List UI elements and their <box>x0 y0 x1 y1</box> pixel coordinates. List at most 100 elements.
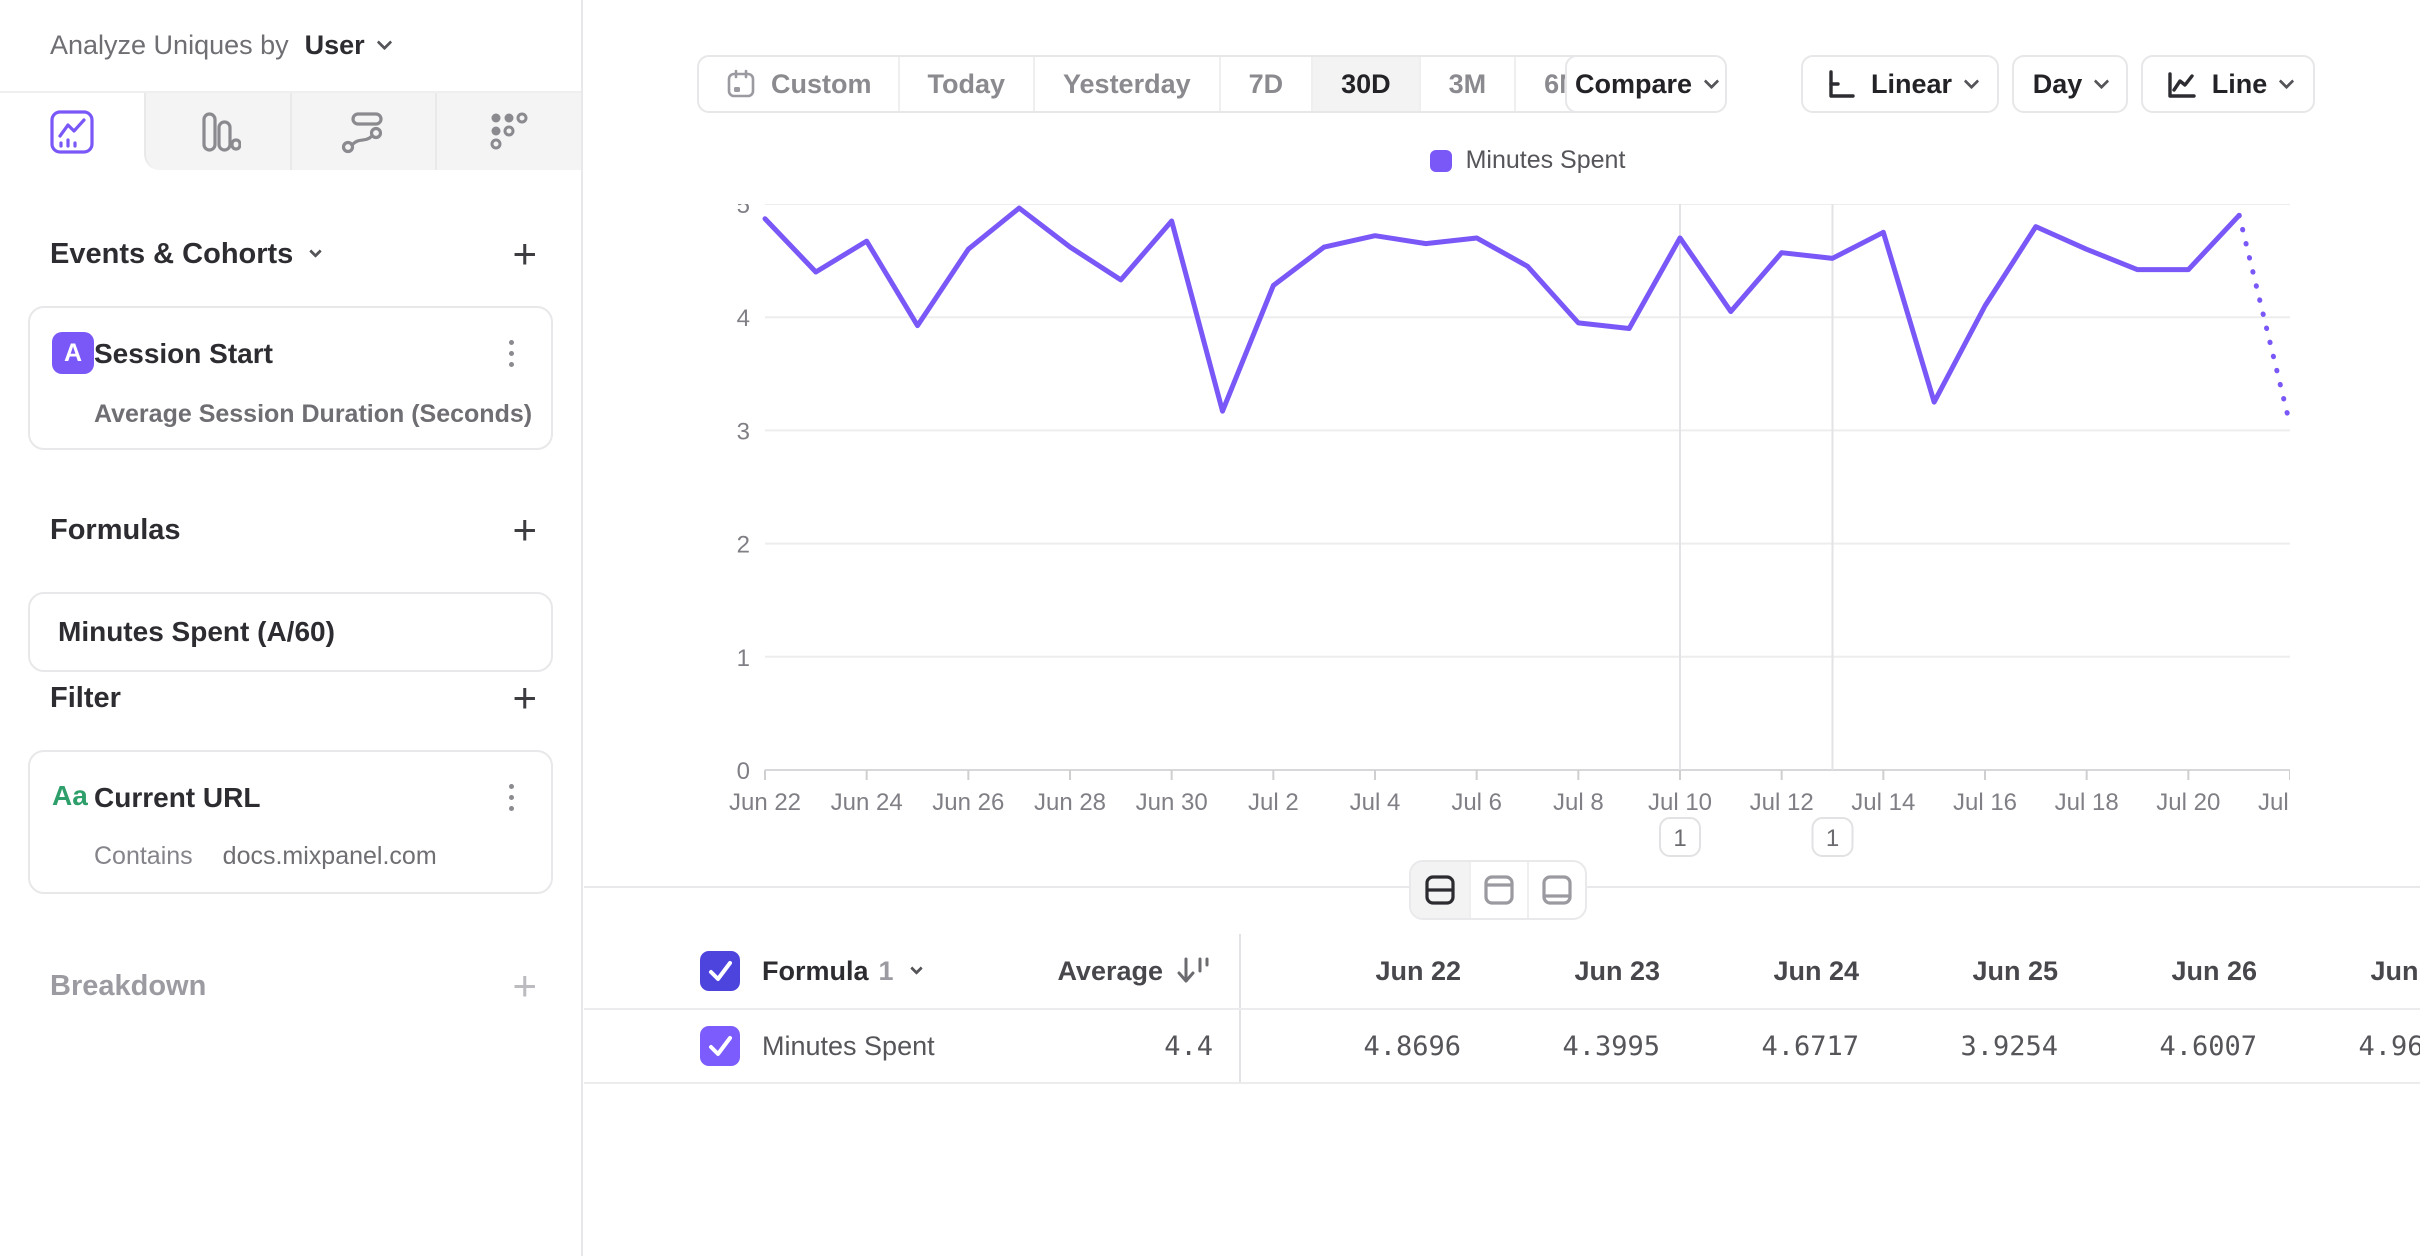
x-axis-label: Jul 4 <box>1350 789 1401 816</box>
filter-property: Current URL <box>94 782 260 814</box>
annotation-marker[interactable]: 1 <box>1813 818 1853 856</box>
check-icon <box>700 1026 740 1066</box>
group-label[interactable]: Formula <box>762 956 869 987</box>
chart-type-dropdown[interactable]: Line <box>2141 55 2315 113</box>
filter-section-header: Filter + <box>50 672 537 724</box>
chevron-down-icon <box>1704 73 1720 89</box>
x-axis-label: Jun 24 <box>831 789 903 816</box>
add-filter-button[interactable]: + <box>512 677 537 719</box>
date-range-30d[interactable]: 30D <box>1311 57 1419 111</box>
events-section-header: Events & Cohorts + <box>50 228 537 280</box>
chart-legend: Minutes Spent <box>765 146 2290 175</box>
table-cell-value: 4.3995 <box>1461 1031 1660 1062</box>
x-axis-label: Jul 2 <box>1248 789 1299 816</box>
analyze-uniques-row: Analyze Uniques by User <box>0 0 581 93</box>
add-event-button[interactable]: + <box>512 233 537 275</box>
svg-text:1: 1 <box>1673 825 1686 852</box>
formula-card[interactable]: Minutes Spent (A/60) <box>28 592 553 672</box>
add-breakdown-button[interactable]: + <box>512 965 537 1007</box>
dot-grid-icon <box>486 109 532 155</box>
x-axis-label: Jun 26 <box>932 789 1004 816</box>
filter-menu-button[interactable] <box>493 780 529 815</box>
compare-button[interactable]: Compare <box>1565 55 1727 113</box>
average-column-header[interactable]: Average <box>1057 951 1213 991</box>
column-header-jun-22[interactable]: Jun 22 <box>1241 956 1461 987</box>
date-range-yesterday[interactable]: Yesterday <box>1033 57 1219 111</box>
x-axis-label: Jul 22 <box>2258 789 2290 816</box>
tab-flows[interactable] <box>290 93 436 170</box>
series-line <box>765 208 2239 411</box>
add-formula-button[interactable]: + <box>512 509 537 551</box>
column-header-jun-24[interactable]: Jun 24 <box>1660 956 1859 987</box>
scale-dropdown[interactable]: Linear <box>1801 55 1999 113</box>
date-range-custom[interactable]: Custom <box>699 57 898 111</box>
analyze-label: Analyze Uniques by <box>50 30 289 61</box>
x-axis-label: Jul 6 <box>1451 789 1502 816</box>
column-header-jun-26[interactable]: Jun 26 <box>2058 956 2257 987</box>
annotation-marker[interactable]: 1 <box>1660 818 1700 856</box>
filter-card[interactable]: Aa Current URL Contains docs.mixpanel.co… <box>28 750 553 894</box>
events-section-toggle[interactable]: Events & Cohorts <box>50 238 320 271</box>
series-line-incomplete <box>2239 215 2290 424</box>
average-value: 4.4 <box>1164 1031 1213 1062</box>
event-menu-button[interactable] <box>493 336 529 371</box>
tab-retention[interactable] <box>435 93 581 170</box>
analyze-by-dropdown[interactable]: User <box>305 30 390 61</box>
legend-item[interactable]: Minutes Spent <box>1466 146 1626 175</box>
table-cell-value: 4.8696 <box>1241 1031 1461 1062</box>
bar-chart-icon <box>195 109 241 155</box>
formulas-section-title: Formulas <box>50 514 181 547</box>
x-axis-label: Jul 14 <box>1851 789 1915 816</box>
table-view-button[interactable] <box>1527 862 1585 918</box>
x-axis-label: Jul 12 <box>1750 789 1814 816</box>
x-axis-label: Jun 30 <box>1136 789 1208 816</box>
text-property-icon: Aa <box>52 780 88 812</box>
chart-view-button[interactable] <box>1469 862 1527 918</box>
split-layout-icon <box>1422 872 1458 908</box>
row-checkbox[interactable] <box>700 1026 740 1066</box>
event-title: Session Start <box>94 338 273 370</box>
chevron-down-icon <box>2094 73 2110 89</box>
chart-type-label: Line <box>2212 69 2268 100</box>
chevron-down-icon <box>309 245 322 258</box>
formulas-section-header: Formulas + <box>50 504 537 556</box>
scale-label: Linear <box>1871 69 1952 100</box>
top-bar-layout-icon <box>1481 872 1517 908</box>
chevron-down-icon <box>910 962 923 975</box>
date-range-today[interactable]: Today <box>898 57 1034 111</box>
x-axis-label: Jul 16 <box>1953 789 2017 816</box>
x-axis-label: Jul 8 <box>1553 789 1604 816</box>
table-row-left: Minutes Spent 4.4 <box>584 1010 1241 1082</box>
interval-dropdown[interactable]: Day <box>2012 55 2128 113</box>
breakdown-section-header: Breakdown + <box>50 960 537 1012</box>
x-axis-label: Jun 28 <box>1034 789 1106 816</box>
table-header-row: Formula 1 Average Jun 22Jun 23Jun 24Jun … <box>584 934 2420 1010</box>
calendar-icon <box>725 68 757 100</box>
y-axis-label: 3 <box>737 418 750 445</box>
x-axis-label: Jun 22 <box>729 789 801 816</box>
column-header-jun-27[interactable]: Jun 27 <box>2257 956 2420 987</box>
filter-value[interactable]: docs.mixpanel.com <box>223 842 437 871</box>
tab-funnels[interactable] <box>144 93 290 170</box>
svg-text:1: 1 <box>1826 825 1839 852</box>
tab-insights[interactable] <box>0 93 144 170</box>
column-header-jun-23[interactable]: Jun 23 <box>1461 956 1660 987</box>
date-range-7d[interactable]: 7D <box>1219 57 1312 111</box>
date-range-3m[interactable]: 3M <box>1419 57 1515 111</box>
report-type-tabs <box>0 93 581 170</box>
table-row: Minutes Spent 4.4 4.86964.39954.67173.92… <box>584 1010 2420 1084</box>
formula-title: Minutes Spent (A/60) <box>58 616 335 648</box>
average-label: Average <box>1057 956 1163 987</box>
select-all-checkbox[interactable] <box>700 951 740 991</box>
view-layout-toggle <box>1409 860 1587 920</box>
x-axis-label: Jul 10 <box>1648 789 1712 816</box>
event-aggregation[interactable]: Average Session Duration (Seconds) <box>94 400 532 429</box>
filter-operator[interactable]: Contains <box>94 842 193 871</box>
column-header-jun-25[interactable]: Jun 25 <box>1859 956 2058 987</box>
compare-label: Compare <box>1575 69 1692 100</box>
line-chart[interactable]: 012345Jun 22Jun 24Jun 26Jun 28Jun 30Jul … <box>700 204 2290 864</box>
split-view-button[interactable] <box>1411 862 1469 918</box>
event-card[interactable]: A Session Start Average Session Duration… <box>28 306 553 450</box>
table-cell-value: 4.6717 <box>1660 1031 1859 1062</box>
filter-section-title: Filter <box>50 682 121 715</box>
